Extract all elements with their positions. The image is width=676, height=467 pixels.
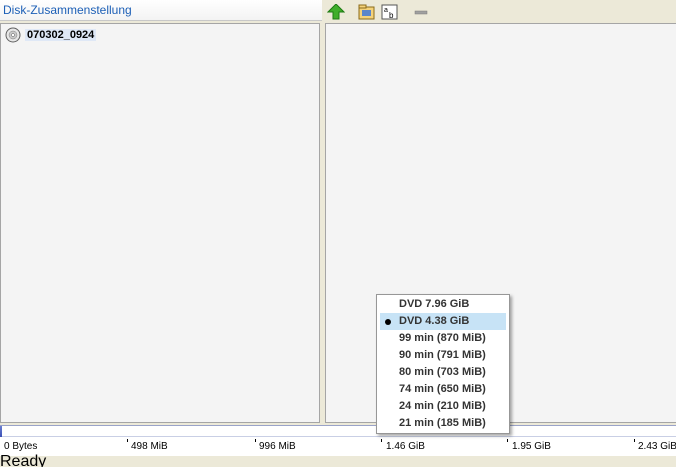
menu-item-74-min[interactable]: 74 min (650 MiB) [380,381,506,398]
menu-item-label: 99 min (870 MiB) [399,332,486,344]
scale-label: 498 MiB [131,441,168,452]
menu-item-dvd-7-96[interactable]: DVD 7.96 GiB [380,296,506,313]
tree-root-label: 070302_0924 [25,29,97,41]
svg-text:b: b [389,11,394,20]
folder-tree-pane[interactable]: 070302_0924 [0,23,320,423]
radio-bullet-icon [385,319,391,325]
rename-icon: a b [381,4,398,20]
tree-root-item[interactable]: 070302_0924 [5,26,97,44]
menu-item-label: 74 min (650 MiB) [399,383,486,395]
media-size-menu: DVD 7.96 GiB DVD 4.38 GiB 99 min (870 Mi… [376,294,510,434]
menu-item-label: DVD 7.96 GiB [399,298,470,310]
menu-item-21-min[interactable]: 21 min (185 MiB) [380,415,506,432]
menu-item-24-min[interactable]: 24 min (210 MiB) [380,398,506,415]
scale-label: 1.95 GiB [512,441,551,452]
menu-item-label: 80 min (703 MiB) [399,366,486,378]
menu-item-80-min[interactable]: 80 min (703 MiB) [380,364,506,381]
capacity-fill [0,426,2,437]
up-folder-button[interactable] [326,3,346,21]
menu-item-99-min[interactable]: 99 min (870 MiB) [380,330,506,347]
capacity-bar[interactable] [0,425,676,437]
menu-item-label: DVD 4.38 GiB [399,315,470,327]
svg-text:a: a [384,7,388,14]
scale-tick [255,439,256,442]
scale-label: 996 MiB [259,441,296,452]
folder-icon [358,4,375,20]
menu-item-dvd-4-38[interactable]: DVD 4.38 GiB [380,313,506,330]
menu-item-90-min[interactable]: 90 min (791 MiB) [380,347,506,364]
compilation-header: Disk-Zusammenstellung [0,0,322,21]
scale-label: 2.43 GiB [638,441,676,452]
menu-item-label: 90 min (791 MiB) [399,349,486,361]
toolbar: a b [322,0,676,21]
scale-label: 0 Bytes [4,441,38,452]
status-bar: Ready [0,453,676,467]
minus-icon [414,10,428,15]
menu-item-label: 24 min (210 MiB) [399,400,486,412]
scale-tick [634,439,635,442]
disc-icon [5,27,21,43]
scale-tick [127,439,128,442]
scale-tick [507,439,508,442]
new-folder-button[interactable] [357,3,377,21]
remove-button[interactable] [411,3,431,21]
compilation-title: Disk-Zusammenstellung [3,3,132,17]
scale-tick [381,439,382,442]
scale-label: 1.46 GiB [386,441,425,452]
menu-item-label: 21 min (185 MiB) [399,417,486,429]
rename-button[interactable]: a b [380,3,400,21]
up-arrow-icon [327,4,345,20]
capacity-scale[interactable]: 0 Bytes 498 MiB 996 MiB 1.46 GiB 1.95 Gi… [0,437,676,457]
status-text: Ready [0,453,47,467]
